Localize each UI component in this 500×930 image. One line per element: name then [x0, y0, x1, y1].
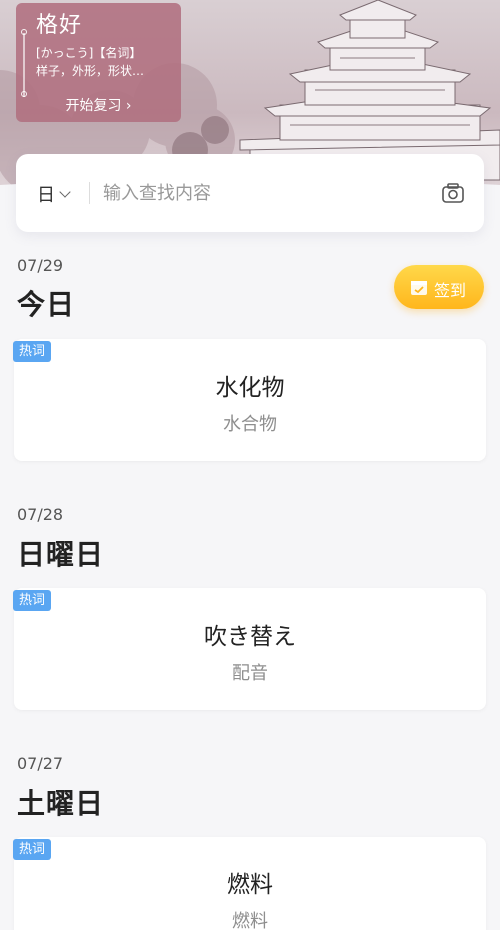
search-input[interactable]	[103, 176, 423, 210]
calendar-icon	[411, 281, 427, 295]
day-date: 07/29	[17, 256, 64, 275]
card-meaning: 燃料	[232, 911, 268, 930]
camera-icon[interactable]	[441, 182, 465, 204]
word-title: 格好	[36, 13, 83, 38]
word-meaning: 样子，外形，形状…	[36, 64, 145, 78]
day-date: 07/27	[17, 754, 64, 773]
word-reading: [かっこう]【名词】	[36, 46, 142, 60]
search-bar: 日	[16, 154, 484, 232]
day-date: 07/28	[17, 505, 64, 524]
card-word: 燃料	[227, 872, 273, 898]
start-review-button[interactable]: 开始复习 ›	[16, 95, 181, 115]
day-name: 今日	[17, 288, 76, 321]
day-name: 土曜日	[17, 787, 105, 820]
hot-word-badge: 热词	[13, 341, 52, 362]
card-connector-line	[23, 33, 25, 97]
card-word: 吹き替え	[204, 624, 296, 650]
card-meaning: 配音	[232, 663, 268, 684]
card-meaning: 水合物	[223, 414, 277, 435]
card-word: 水化物	[215, 375, 285, 401]
word-of-day-card[interactable]: 格好 [かっこう]【名词】 样子，外形，形状… 开始复习 ›	[16, 3, 181, 122]
hot-word-card[interactable]: 热词 吹き替え 配音	[13, 588, 486, 710]
day-name: 日曜日	[17, 538, 105, 571]
checkin-label: 签到	[434, 281, 467, 300]
hot-word-badge: 热词	[13, 590, 52, 611]
checkin-button[interactable]: 签到	[394, 265, 484, 309]
hot-word-card[interactable]: 热词 水化物 水合物	[13, 339, 486, 461]
search-divider	[89, 182, 90, 204]
language-selector[interactable]: 日	[37, 181, 55, 207]
hot-word-card[interactable]: 热词 燃料 燃料	[13, 837, 486, 930]
chevron-down-icon[interactable]	[59, 186, 71, 198]
hot-word-badge: 热词	[13, 839, 52, 860]
